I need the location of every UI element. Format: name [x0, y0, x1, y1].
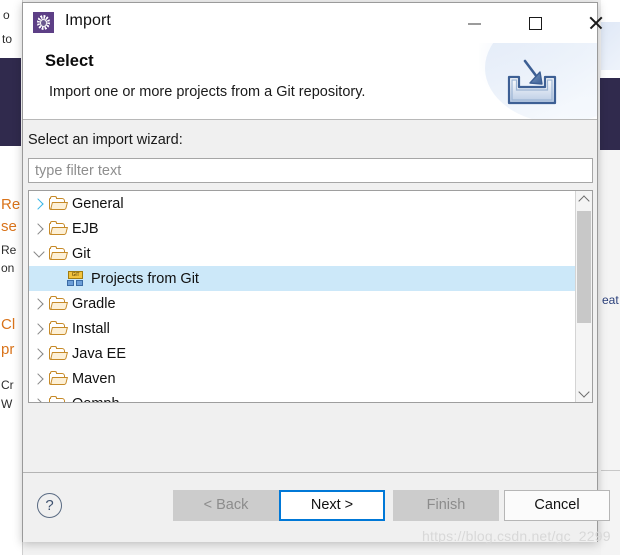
- chevron-right-icon[interactable]: [29, 297, 49, 310]
- tree-item-label: Java EE: [72, 345, 126, 362]
- finish-button[interactable]: Finish: [393, 490, 499, 521]
- background-text: to: [2, 32, 13, 46]
- tree-item-label: Install: [72, 320, 110, 337]
- wizard-header: Select Import one or more projects from …: [23, 43, 597, 120]
- page-title: Select: [45, 52, 94, 70]
- tree-item-java-ee[interactable]: Java EE: [29, 341, 575, 366]
- scroll-up-icon[interactable]: [576, 191, 592, 208]
- folder-icon: [49, 345, 68, 362]
- tree-item-label: Maven: [72, 370, 116, 387]
- watermark: https://blog.csdn.net/gc_2299: [422, 528, 611, 544]
- maximize-button[interactable]: [512, 3, 558, 43]
- folder-icon: [49, 220, 68, 237]
- tree-item-label: Gradle: [72, 295, 116, 312]
- scrollbar-thumb[interactable]: [577, 211, 591, 323]
- dialog-body: Select an import wizard: General EJB Git GI…: [23, 120, 597, 473]
- chevron-right-icon[interactable]: [29, 222, 49, 235]
- minimize-button[interactable]: [451, 3, 497, 43]
- background-text: o: [3, 8, 10, 22]
- maximize-icon: [528, 16, 542, 30]
- background-text: on: [1, 261, 15, 275]
- header-artwork: [479, 43, 597, 119]
- background-text: Cr: [1, 378, 14, 392]
- folder-icon: [49, 370, 68, 387]
- wizard-tree[interactable]: General EJB Git GIT Projects from Git Gradle I…: [29, 191, 575, 402]
- tree-vertical-scrollbar[interactable]: [575, 191, 592, 402]
- chevron-right-icon[interactable]: [29, 197, 49, 210]
- background-navy-band-left: [0, 58, 21, 146]
- close-button[interactable]: [573, 3, 619, 43]
- eclipse-gear-icon: [33, 12, 54, 33]
- tree-item-label: Projects from Git: [91, 270, 199, 287]
- folder-icon: [49, 295, 68, 312]
- background-text: W: [1, 397, 13, 411]
- folder-icon: [49, 395, 68, 402]
- background-text: se: [1, 218, 17, 235]
- chevron-down-icon[interactable]: [29, 246, 49, 258]
- close-icon: [588, 15, 604, 31]
- cancel-button[interactable]: Cancel: [504, 490, 610, 521]
- dialog-titlebar: Import: [23, 3, 597, 43]
- background-text: Cl: [1, 316, 16, 333]
- dialog-title: Import: [65, 12, 111, 29]
- tree-item-label: Git: [72, 245, 91, 262]
- tree-item-gradle[interactable]: Gradle: [29, 291, 575, 316]
- select-wizard-label: Select an import wizard:: [28, 132, 183, 148]
- tree-item-projects-from-git[interactable]: GIT Projects from Git: [29, 266, 575, 291]
- background-divider: [601, 470, 620, 471]
- wizard-tree-panel: General EJB Git GIT Projects from Git Gradle I…: [28, 190, 593, 403]
- import-dialog: Import Select Import one or more project…: [22, 2, 610, 542]
- chevron-right-icon[interactable]: [29, 347, 49, 360]
- background-text: Re: [1, 196, 21, 213]
- folder-icon: [49, 245, 68, 262]
- page-description: Import one or more projects from a Git r…: [49, 84, 366, 100]
- folder-icon: [49, 195, 68, 212]
- tree-item-git[interactable]: Git: [29, 241, 575, 266]
- tree-item-label: EJB: [72, 220, 99, 237]
- tree-item-general[interactable]: General: [29, 191, 575, 216]
- help-button[interactable]: ?: [37, 493, 62, 518]
- scroll-down-icon[interactable]: [576, 385, 592, 402]
- chevron-right-icon[interactable]: [29, 397, 49, 402]
- filter-input[interactable]: [28, 158, 593, 183]
- tree-item-label: General: [72, 195, 124, 212]
- background-text: pr: [1, 341, 15, 358]
- tree-item-oomph[interactable]: Oomph: [29, 391, 575, 402]
- background-text: Re: [1, 243, 17, 257]
- next-button[interactable]: Next >: [279, 490, 385, 521]
- git-project-icon: GIT: [67, 270, 85, 287]
- tree-item-ejb[interactable]: EJB: [29, 216, 575, 241]
- tree-item-install[interactable]: Install: [29, 316, 575, 341]
- background-text: eat: [602, 293, 619, 307]
- chevron-right-icon[interactable]: [29, 322, 49, 335]
- minimize-icon: [467, 23, 481, 25]
- background-navy-band-right: [600, 78, 620, 150]
- tree-item-maven[interactable]: Maven: [29, 366, 575, 391]
- back-button[interactable]: < Back: [173, 490, 279, 521]
- chevron-right-icon[interactable]: [29, 372, 49, 385]
- folder-icon: [49, 320, 68, 337]
- tree-item-label: Oomph: [72, 396, 126, 403]
- import-tray-arrow-icon: [507, 59, 557, 105]
